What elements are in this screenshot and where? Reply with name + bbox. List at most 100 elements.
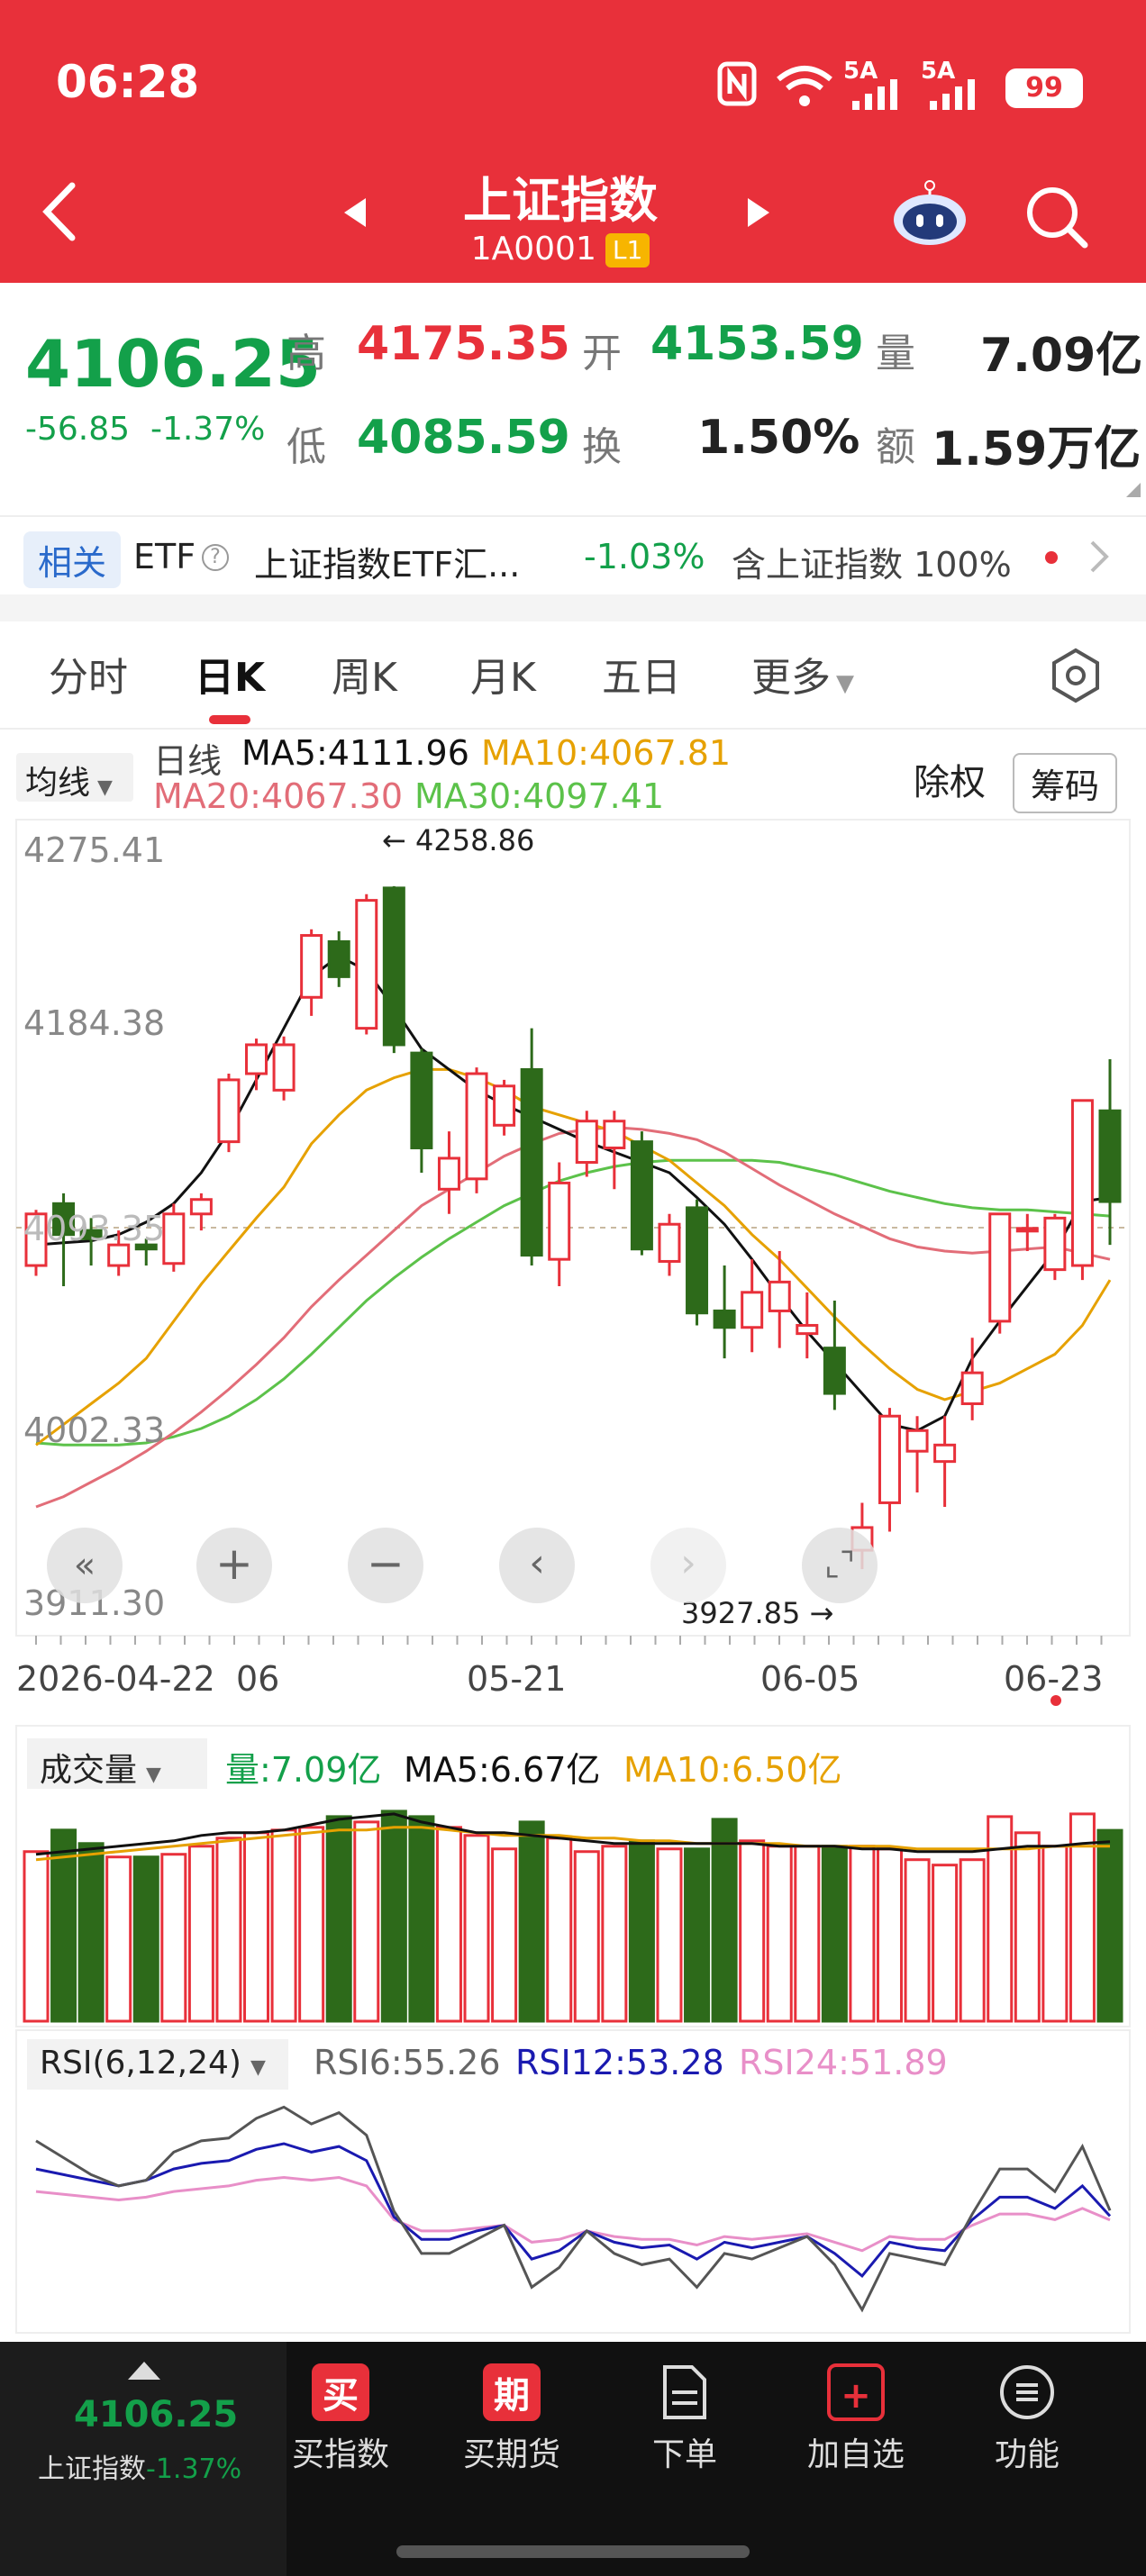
volume-bar-up [215, 1837, 242, 2023]
candle-up [272, 1043, 296, 1092]
candle-up [878, 1414, 901, 1504]
volume-bar-up [23, 1850, 50, 2023]
candle-up [1015, 1227, 1039, 1233]
candle-up [217, 1078, 241, 1144]
volume-bar-down [408, 1815, 435, 2023]
buy-index-label: 买指数 [291, 2436, 389, 2473]
price-axis-label: 4002.33 [23, 1410, 166, 1450]
date-axis-label: 06-23 [1004, 1659, 1104, 1699]
date-axis-label: 06-05 [760, 1659, 860, 1699]
up-arrow-icon [128, 2362, 160, 2383]
volume-bar-up [435, 1826, 462, 2023]
candle-up [189, 1198, 213, 1216]
bottom-index-name: 上证指数 [38, 2454, 146, 2485]
high-annotation-value: 4258.86 [414, 823, 535, 857]
volume-bar-up [160, 1853, 187, 2023]
volume-bar-down [1096, 1828, 1123, 2023]
rsi12-label: RSI12:53.28 [515, 2043, 724, 2082]
volume-bar-down [628, 1839, 655, 2023]
candle-down [327, 939, 350, 978]
candle-up [300, 934, 323, 999]
ma5-line [35, 954, 1111, 1432]
volume-bar-up [601, 1845, 628, 2023]
volume-bar-down [132, 1855, 159, 2023]
bottom-index-info: 上证指数-1.37% [38, 2446, 241, 2486]
candle-down [410, 1051, 433, 1149]
candle-up [960, 1371, 984, 1406]
candle-up [741, 1291, 764, 1329]
candle-up [355, 899, 378, 1030]
buy-futures-label: 买期货 [462, 2436, 560, 2473]
rsi24-label: RSI24:51.89 [739, 2043, 948, 2082]
volume-dropdown[interactable]: 成交量 ▼ [27, 1738, 207, 1789]
place-order-button[interactable]: 下单 [604, 2363, 766, 2475]
volume-dropdown-label: 成交量 [40, 1752, 138, 1789]
volume-bar-up [573, 1850, 600, 2023]
zoom-out-icon[interactable]: − [348, 1528, 423, 1603]
volume-bar-up [739, 1839, 766, 2023]
document-icon [656, 2363, 714, 2421]
candle-up [933, 1443, 957, 1464]
candle-up [796, 1323, 819, 1336]
buy-futures-button[interactable]: 期 买期货 [431, 2363, 593, 2475]
volume-bar-up [353, 1820, 380, 2023]
volume-bar-up [849, 1845, 876, 2023]
ma10-line [35, 1067, 1112, 1447]
candle-down [823, 1347, 846, 1395]
functions-button[interactable]: 功能 [946, 2363, 1108, 2475]
rsi6-line [35, 2105, 1112, 2313]
candle-up [437, 1156, 460, 1191]
volume-bar-down [77, 1842, 105, 2023]
volume-bar-down [380, 1810, 407, 2023]
candle-up [575, 1120, 598, 1165]
scroll-left-fast-icon[interactable]: « [47, 1528, 123, 1603]
candle-down [520, 1067, 543, 1257]
volume-value-label: 量:7.09亿 [225, 1750, 382, 1790]
menu-circle-icon [998, 2363, 1056, 2421]
bottom-index-price: 4106.25 [74, 2394, 239, 2435]
low-annotation: 3927.85 → [681, 1596, 834, 1630]
functions-label: 功能 [994, 2436, 1060, 2473]
candle-up [493, 1084, 516, 1127]
home-indicator [396, 2545, 750, 2558]
candle-up [658, 1222, 681, 1263]
reset-view-icon[interactable]: ⌞⌝ [802, 1528, 878, 1603]
volume-bar-up [766, 1845, 793, 2023]
candle-up [988, 1212, 1012, 1323]
volume-bar-up [546, 1837, 573, 2023]
volume-bar-up [1014, 1831, 1041, 2023]
candle-down [686, 1206, 709, 1315]
candle-up [1070, 1099, 1094, 1267]
date-axis-label: 06 [236, 1659, 280, 1699]
candle-up [905, 1429, 929, 1453]
index-summary[interactable]: 4106.25 上证指数-1.37% [0, 2342, 286, 2576]
scroll-left-icon[interactable]: ‹ [499, 1528, 575, 1603]
candle-up [245, 1043, 268, 1075]
volume-bar-up [270, 1828, 297, 2023]
volume-bar-up [491, 1847, 518, 2023]
high-annotation: ← 4258.86 [382, 823, 535, 857]
moving-average-lines [35, 954, 1112, 1509]
candle-down [713, 1309, 736, 1329]
candle-up [162, 1212, 186, 1265]
volume-ma5-label: MA5:6.67亿 [404, 1750, 601, 1790]
rsi-dropdown[interactable]: RSI(6,12,24) ▼ [27, 2039, 288, 2090]
zoom-in-icon[interactable]: + [196, 1528, 272, 1603]
volume-bar-up [1041, 1845, 1069, 2023]
buy-icon: 买 [312, 2363, 369, 2421]
candle-up [603, 1120, 626, 1149]
futures-icon: 期 [483, 2363, 541, 2421]
volume-bar-up [187, 1845, 214, 2023]
price-axis-label: 4184.38 [23, 1003, 166, 1043]
bottom-index-change: -1.37% [146, 2454, 242, 2485]
volume-bar-down [684, 1847, 711, 2023]
volume-ma10-label: MA10:6.50亿 [623, 1750, 842, 1790]
date-axis-label: 2026-04-22 [16, 1659, 215, 1699]
add-watchlist-button[interactable]: + 加自选 [775, 2363, 937, 2475]
scroll-right-icon[interactable]: › [650, 1528, 726, 1603]
buy-index-button[interactable]: 买 买指数 [259, 2363, 422, 2475]
volume-bar-up [794, 1845, 821, 2023]
volume-bar-up [876, 1847, 903, 2023]
plus-square-icon: + [827, 2363, 885, 2421]
volume-bar-up [959, 1858, 986, 2023]
